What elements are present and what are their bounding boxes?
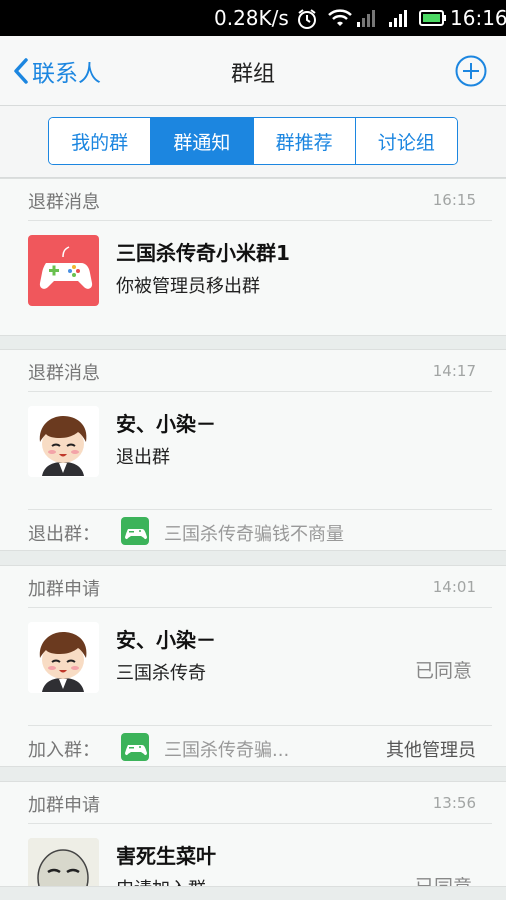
- notification-text: 退出群: [116, 447, 170, 468]
- notification-card[interactable]: 加群申请 14:01 安、小染－ 三国杀传奇 已同意 加入群： 三国杀传奇骗..…: [0, 565, 506, 767]
- wifi-icon: [328, 8, 352, 32]
- tabs-bar: 我的群 群通知 群推荐 讨论组: [0, 106, 506, 178]
- notification-type: 加群申请: [28, 579, 100, 600]
- notification-type: 退群消息: [28, 363, 100, 384]
- footer-label: 加入群：: [28, 740, 100, 761]
- tab-group-recommendations[interactable]: 群推荐: [252, 118, 355, 164]
- segmented-control: 我的群 群通知 群推荐 讨论组: [48, 117, 458, 165]
- card-header: 加群申请 14:01: [28, 566, 492, 608]
- tab-my-groups[interactable]: 我的群: [49, 118, 151, 164]
- card-header: 加群申请 13:56: [28, 782, 492, 824]
- add-button[interactable]: [455, 55, 487, 91]
- card-footer: 加入群： 三国杀传奇骗... 其他管理员: [28, 725, 492, 767]
- handled-by: 其他管理员: [386, 740, 476, 761]
- alarm-icon: [296, 8, 318, 34]
- group-icon: [121, 733, 149, 761]
- card-header: 退群消息 14:17: [28, 350, 492, 392]
- nav-bar: 联系人 群组: [0, 36, 506, 106]
- notification-card[interactable]: 退群消息 16:15 三国杀传奇小米群1 你被管理员移出群: [0, 178, 506, 336]
- notification-text: 三国杀传奇: [116, 663, 206, 684]
- cartoon-boy-avatar: [28, 622, 99, 693]
- cartoon-boy-avatar: [28, 406, 99, 477]
- meme-face-avatar: [28, 838, 99, 886]
- group-name: 三国杀传奇小米群1: [116, 241, 290, 265]
- user-avatar[interactable]: [28, 622, 99, 693]
- notification-type: 退群消息: [28, 192, 100, 213]
- user-name: 害死生菜叶: [116, 844, 216, 868]
- user-avatar[interactable]: [28, 838, 99, 886]
- tab-discussion-groups[interactable]: 讨论组: [354, 118, 457, 164]
- game-group-avatar[interactable]: [28, 235, 99, 306]
- notification-text: 申请加入群: [116, 875, 206, 886]
- signal-weak-icon: [356, 8, 378, 32]
- footer-label: 退出群：: [28, 524, 100, 545]
- page-title: 群组: [230, 62, 275, 87]
- user-avatar[interactable]: [28, 406, 99, 477]
- notification-time: 14:17: [432, 362, 476, 380]
- group-icon: [121, 517, 149, 545]
- notification-text: 你被管理员移出群: [116, 276, 260, 297]
- plus-circle-icon: [455, 55, 487, 87]
- notification-time: 14:01: [432, 578, 476, 596]
- signal-icon: [388, 8, 412, 32]
- user-name: 安、小染－: [116, 628, 216, 652]
- tab-group-notifications[interactable]: 群通知: [150, 118, 253, 164]
- user-name: 安、小染－: [116, 412, 216, 436]
- gamepad-icon: [39, 246, 93, 289]
- battery-icon: [419, 8, 447, 32]
- clock: 16:16: [450, 6, 506, 30]
- card-header: 退群消息 16:15: [28, 179, 492, 221]
- status-bar: 0.28K/s 16:16: [0, 0, 506, 36]
- network-speed: 0.28K/s: [214, 6, 289, 30]
- notification-time: 16:15: [432, 191, 476, 209]
- request-status: 已同意: [414, 660, 472, 682]
- card-footer: 退出群： 三国杀传奇骗钱不商量: [28, 509, 492, 551]
- footer-group-name[interactable]: 三国杀传奇骗...: [164, 736, 289, 762]
- notification-type: 加群申请: [28, 795, 100, 816]
- request-status: 已同意: [414, 876, 472, 887]
- notification-time: 13:56: [432, 794, 476, 812]
- notification-card[interactable]: 加群申请 13:56 害死生菜叶 申请加入群 已同意: [0, 781, 506, 887]
- notification-card[interactable]: 退群消息 14:17 安、小染－ 退出群 退出群： 三国杀传奇骗钱不商量: [0, 349, 506, 551]
- footer-group-name[interactable]: 三国杀传奇骗钱不商量: [164, 520, 344, 546]
